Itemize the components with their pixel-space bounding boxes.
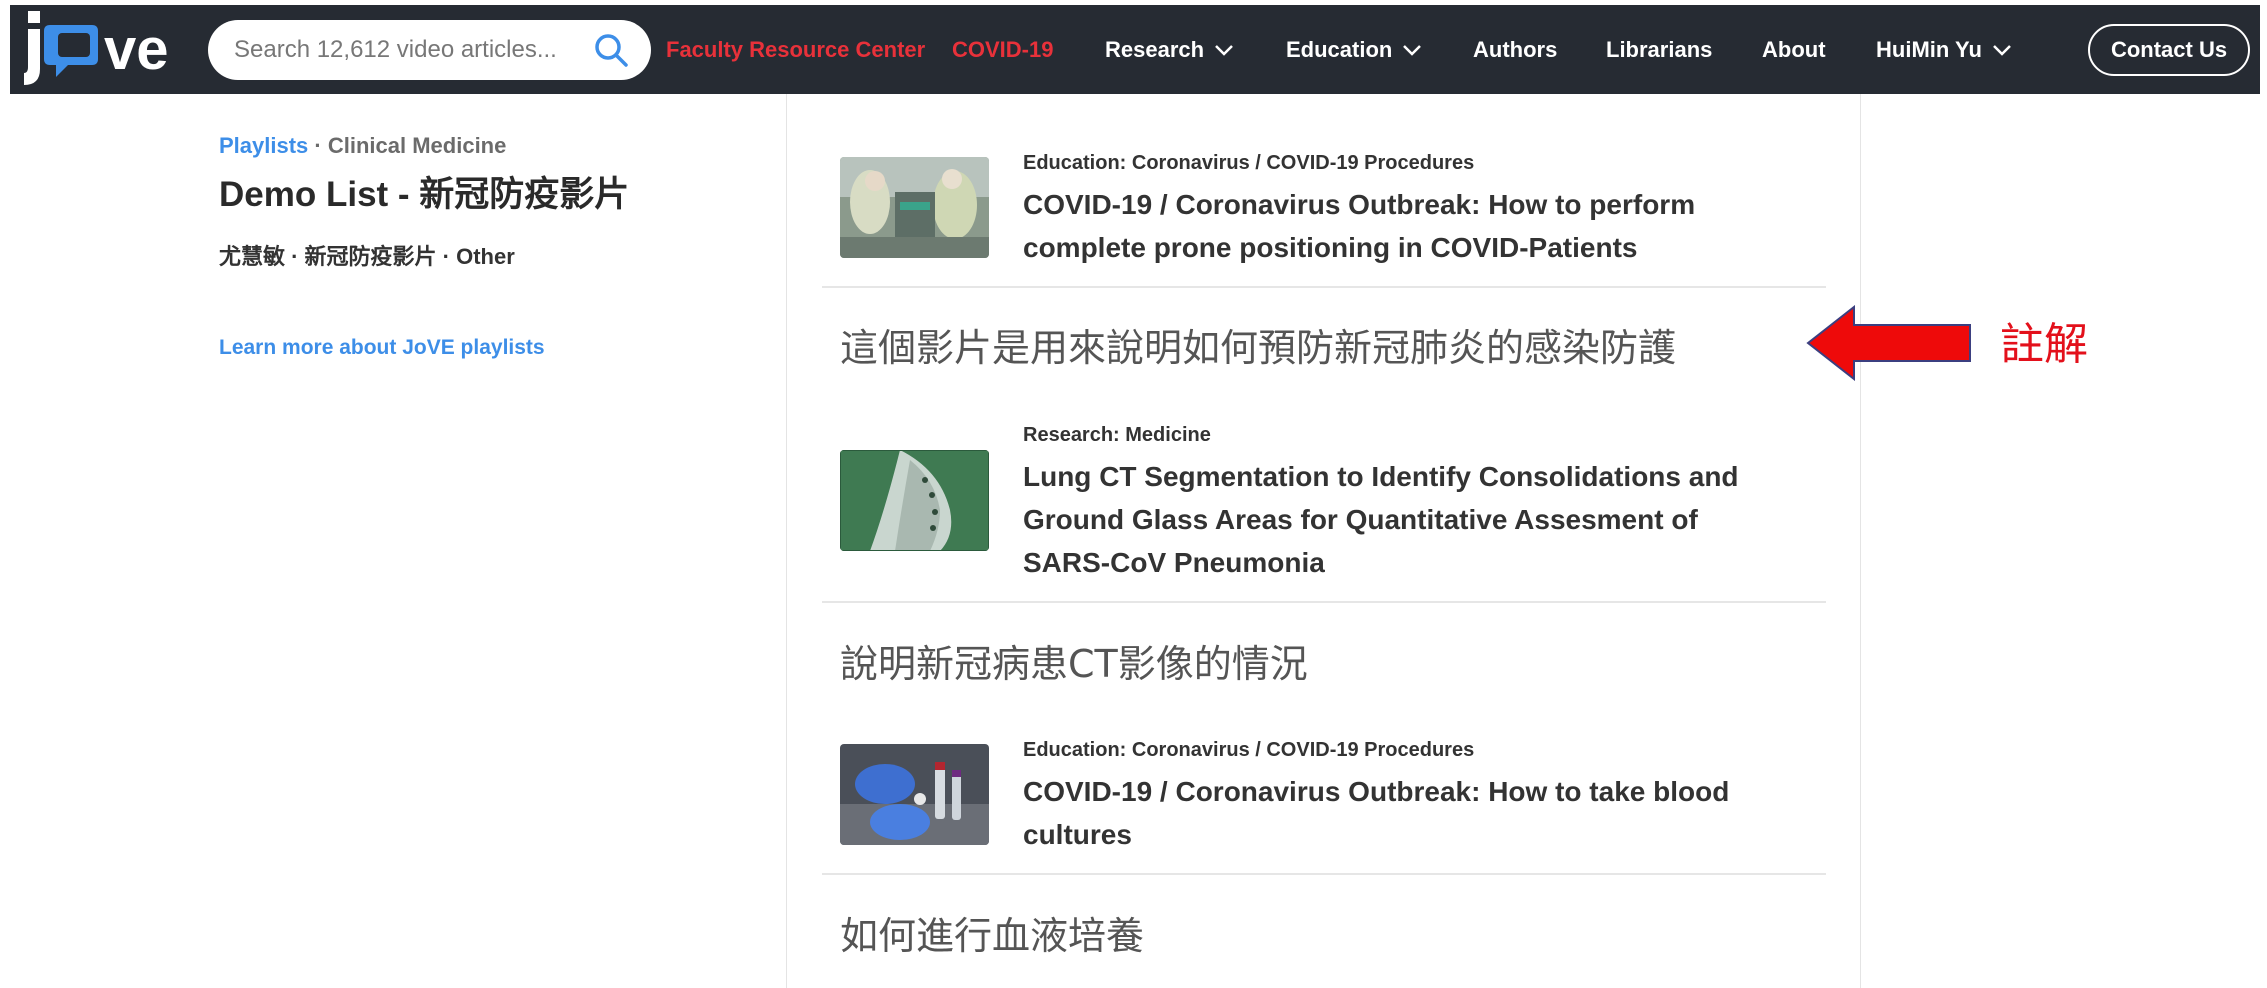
video-note: 如何進行血液培養: [840, 914, 1145, 958]
video-category: Research: Medicine: [1023, 424, 1211, 446]
search-icon[interactable]: [593, 32, 629, 68]
annotation-label: 註解: [2000, 319, 2088, 370]
video-thumbnail-image: [840, 744, 989, 845]
nav-education-label: Education: [1286, 36, 1393, 62]
playlist-title: Demo List - 新冠防疫影片: [219, 175, 630, 214]
nav-research-label: Research: [1105, 36, 1205, 62]
chevron-down-icon: [1993, 44, 2011, 56]
top-navbar: ve Faculty Resource Center COVID-19 Rese…: [10, 5, 2260, 94]
contact-us-button[interactable]: Contact Us: [2088, 24, 2250, 76]
video-thumbnail[interactable]: [840, 157, 989, 258]
learn-more-link[interactable]: Learn more about JoVE playlists: [219, 336, 545, 360]
video-title[interactable]: COVID-19 / Coronavirus Outbreak: How to …: [1023, 770, 1783, 856]
breadcrumb-separator: ·: [314, 133, 322, 158]
nav-covid-19[interactable]: COVID-19: [952, 5, 1053, 94]
row-divider: [822, 286, 1826, 288]
search-bar[interactable]: [208, 20, 651, 80]
nav-faculty-resource-center[interactable]: Faculty Resource Center: [666, 5, 925, 94]
nav-about[interactable]: About: [1762, 5, 1826, 94]
video-thumbnail[interactable]: [840, 450, 989, 551]
column-divider-left: [786, 94, 787, 988]
jove-logo[interactable]: ve: [24, 11, 184, 89]
nav-research[interactable]: Research: [1105, 5, 1234, 94]
playlist-meta: 尤慧敏 · 新冠防疫影片 · Other: [219, 244, 515, 269]
nav-user-menu[interactable]: HuiMin Yu: [1876, 5, 2012, 94]
nav-authors[interactable]: Authors: [1473, 5, 1557, 94]
video-thumbnail-image: [840, 157, 989, 258]
video-title[interactable]: Lung CT Segmentation to Identify Consoli…: [1023, 455, 1783, 584]
breadcrumb-category: Clinical Medicine: [327, 133, 507, 158]
row-divider: [822, 601, 1826, 603]
row-divider: [822, 873, 1826, 875]
video-note: 這個影片是用來說明如何預防新冠肺炎的感染防護: [840, 326, 1677, 370]
user-name: HuiMin Yu: [1876, 36, 1982, 62]
chevron-down-icon: [1403, 44, 1422, 56]
video-category: Education: Coronavirus / COVID-19 Proced…: [1023, 152, 1475, 174]
breadcrumb: Playlists · Clinical Medicine: [219, 133, 506, 159]
nav-librarians[interactable]: Librarians: [1606, 5, 1712, 94]
nav-education[interactable]: Education: [1286, 5, 1422, 94]
video-thumbnail[interactable]: [840, 744, 989, 845]
video-category: Education: Coronavirus / COVID-19 Proced…: [1023, 739, 1475, 761]
search-input[interactable]: [234, 36, 574, 64]
video-title[interactable]: COVID-19 / Coronavirus Outbreak: How to …: [1023, 183, 1783, 269]
video-thumbnail-image: [840, 450, 989, 551]
annotation-arrow-icon: [1806, 305, 1971, 381]
svg-text:ve: ve: [104, 17, 169, 82]
chevron-down-icon: [1215, 44, 1233, 56]
video-note: 說明新冠病患CT影像的情況: [840, 642, 1308, 686]
column-divider-right: [1860, 94, 1861, 988]
breadcrumb-playlists-link[interactable]: Playlists: [219, 133, 308, 158]
